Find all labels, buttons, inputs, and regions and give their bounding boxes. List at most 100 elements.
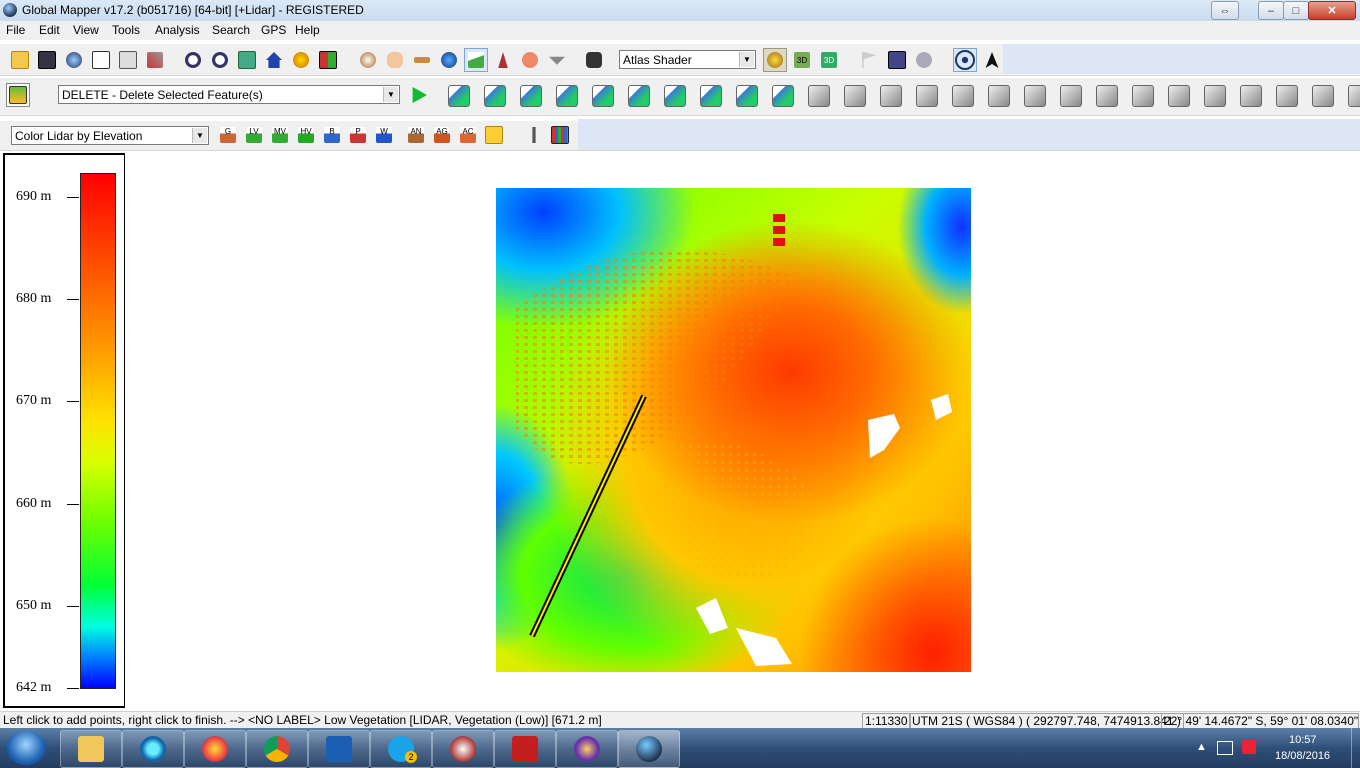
edit-vertices-icon[interactable]: [517, 82, 545, 110]
auto-noise-icon[interactable]: AN: [404, 123, 428, 147]
map-layer-icon[interactable]: [6, 83, 30, 107]
display-icon[interactable]: [885, 48, 909, 72]
network-tray-icon[interactable]: [1217, 741, 1233, 755]
3d-path-icon[interactable]: 3D: [817, 48, 841, 72]
create-area-icon[interactable]: [445, 82, 473, 110]
high-veg-filter-icon[interactable]: HV: [294, 123, 318, 147]
merge-icon[interactable]: [805, 82, 833, 110]
powerline-filter-icon[interactable]: P: [346, 123, 370, 147]
measure-icon[interactable]: [410, 48, 434, 72]
offset-icon[interactable]: [1129, 82, 1157, 110]
simplify-icon[interactable]: [1057, 82, 1085, 110]
shader-paint-icon[interactable]: [763, 48, 787, 72]
buffer-icon[interactable]: [661, 82, 689, 110]
select-points-icon[interactable]: [733, 82, 761, 110]
auto-classify-icon[interactable]: AC: [456, 123, 480, 147]
shape-icon[interactable]: [877, 82, 905, 110]
menu-edit[interactable]: Edit: [39, 23, 60, 37]
tools-icon[interactable]: [143, 48, 167, 72]
scale-icon[interactable]: [949, 82, 977, 110]
lidar-split-icon[interactable]: [522, 123, 546, 147]
save-icon[interactable]: [35, 48, 59, 72]
water-filter-icon[interactable]: W: [372, 123, 396, 147]
building-filter-icon[interactable]: B: [320, 123, 344, 147]
global-mapper-icon[interactable]: [618, 730, 680, 768]
extend-icon[interactable]: [1273, 82, 1301, 110]
trim-icon[interactable]: [1237, 82, 1265, 110]
refresh-icon[interactable]: [289, 48, 313, 72]
home-icon[interactable]: [262, 48, 286, 72]
start-button[interactable]: [6, 731, 46, 765]
menu-help[interactable]: Help: [295, 23, 320, 37]
join-icon[interactable]: [1093, 82, 1121, 110]
binoculars-icon[interactable]: [582, 48, 606, 72]
skype-icon[interactable]: 2: [370, 730, 432, 768]
path-profile-icon[interactable]: [464, 48, 488, 72]
lidar-color-select[interactable]: Color Lidar by Elevation ▼: [11, 126, 209, 145]
move-feature-icon[interactable]: [553, 82, 581, 110]
network-icon[interactable]: [912, 48, 936, 72]
menu-analysis[interactable]: Analysis: [155, 23, 200, 37]
menu-gps[interactable]: GPS: [261, 23, 286, 37]
tray-date[interactable]: 18/08/2016: [1275, 750, 1330, 762]
app-globe-icon[interactable]: [3, 3, 17, 17]
zoom-in-icon[interactable]: [181, 48, 205, 72]
minimize-button[interactable]: –: [1258, 1, 1284, 20]
lidar-edit-icon[interactable]: [482, 123, 506, 147]
intersect-icon[interactable]: [1309, 82, 1337, 110]
menu-view[interactable]: View: [73, 23, 99, 37]
outlook-icon[interactable]: [308, 730, 370, 768]
split-line-icon[interactable]: [589, 82, 617, 110]
create-line-icon[interactable]: [481, 82, 509, 110]
smooth-icon[interactable]: [1021, 82, 1049, 110]
code-feature-icon[interactable]: [625, 82, 653, 110]
reshape-icon[interactable]: [985, 82, 1013, 110]
snipping-tool-icon[interactable]: [432, 730, 494, 768]
menu-tools[interactable]: Tools: [112, 23, 140, 37]
resize-toggle-button[interactable]: ⇔: [1211, 1, 1239, 20]
play-icon[interactable]: [407, 83, 431, 107]
low-veg-filter-icon[interactable]: LV: [242, 123, 266, 147]
lidar-elevation-map[interactable]: [496, 188, 971, 672]
globe-icon[interactable]: [62, 48, 86, 72]
open-icon[interactable]: [8, 48, 32, 72]
gps-app-icon[interactable]: [556, 730, 618, 768]
close-button[interactable]: ✕: [1308, 1, 1356, 20]
dropdown-icon[interactable]: [545, 48, 569, 72]
gps-center-icon[interactable]: [953, 48, 977, 72]
ground-filter-icon[interactable]: G: [216, 123, 240, 147]
volume-muted-icon[interactable]: [1242, 740, 1256, 754]
show-desktop-button[interactable]: [1351, 728, 1360, 768]
config-icon[interactable]: [116, 48, 140, 72]
grid-icon[interactable]: [316, 48, 340, 72]
filezilla-icon[interactable]: [494, 730, 556, 768]
lidar-grid-icon[interactable]: [548, 123, 572, 147]
menu-file[interactable]: File: [6, 23, 25, 37]
3d-view-icon[interactable]: 3D: [790, 48, 814, 72]
pan-hand-icon[interactable]: [383, 48, 407, 72]
layer-control-icon[interactable]: [89, 48, 113, 72]
shader-select[interactable]: Atlas Shader ▼: [619, 50, 756, 69]
union-icon[interactable]: [1345, 82, 1360, 110]
menu-search[interactable]: Search: [212, 23, 250, 37]
north-arrow-icon[interactable]: [980, 48, 1004, 72]
flag-icon[interactable]: [858, 48, 882, 72]
tower-icon[interactable]: [491, 48, 515, 72]
maximize-button[interactable]: □: [1283, 1, 1309, 20]
tray-expand-icon[interactable]: ▲: [1196, 741, 1207, 753]
rotate-icon[interactable]: [913, 82, 941, 110]
firefox-icon[interactable]: [184, 730, 246, 768]
cut-icon[interactable]: [841, 82, 869, 110]
feature-info-icon[interactable]: [437, 48, 461, 72]
internet-explorer-icon[interactable]: [122, 730, 184, 768]
command-select[interactable]: DELETE - Delete Selected Feature(s) ▼: [58, 85, 400, 104]
digitizer-icon[interactable]: [518, 48, 542, 72]
zoom-full-icon[interactable]: [235, 48, 259, 72]
grid-fill-icon[interactable]: [697, 82, 725, 110]
magnify-icon[interactable]: [356, 48, 380, 72]
file-explorer-icon[interactable]: [60, 730, 122, 768]
zoom-out-icon[interactable]: [208, 48, 232, 72]
clip-icon[interactable]: [1201, 82, 1229, 110]
draw-line-icon[interactable]: [769, 82, 797, 110]
copy-icon[interactable]: [1165, 82, 1193, 110]
